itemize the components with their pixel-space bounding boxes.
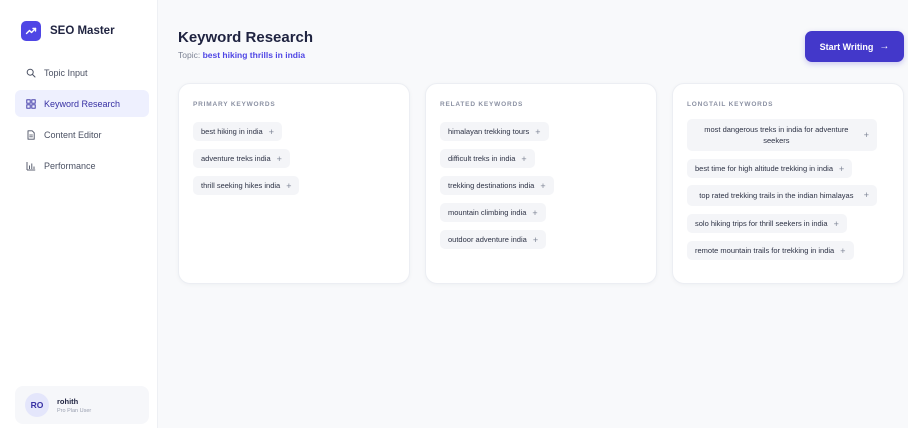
brand[interactable]: SEO Master (21, 21, 115, 41)
sidebar-nav: Topic Input Keyword Research Content Edi… (15, 59, 149, 183)
topic-label: Topic: (178, 50, 203, 60)
plus-icon: + (540, 180, 546, 191)
topic-value: best hiking thrills in india (202, 50, 306, 60)
plus-icon: + (286, 180, 292, 191)
longtail-keywords-card: LONGTAIL KEYWORDS most dangerous treks i… (672, 83, 904, 284)
sidebar-item-label: Keyword Research (44, 98, 121, 109)
plus-icon: + (863, 190, 869, 200)
primary-keywords-card: PRIMARY KEYWORDS best hiking in india + a… (178, 83, 410, 284)
document-icon (26, 129, 36, 140)
keyword-text: best time for high altitude trekking in … (695, 164, 833, 173)
keyword-chip[interactable]: difficult treks in india + (440, 149, 535, 168)
keyword-text: mountain climbing india (448, 208, 527, 217)
keyword-text: best hiking in india (201, 127, 263, 136)
keyword-text: thrill seeking hikes india (201, 181, 281, 190)
plus-icon: + (839, 163, 845, 174)
keyword-chip[interactable]: remote mountain trails for trekking in i… (687, 241, 854, 260)
plus-icon: + (532, 234, 539, 245)
plus-icon: + (532, 207, 538, 218)
plus-icon: + (833, 218, 839, 229)
keyword-text: difficult treks in india (448, 154, 516, 163)
keyword-text: adventure treks india (201, 154, 271, 163)
sidebar-item-topic-input[interactable]: Topic Input (15, 59, 149, 86)
user-card[interactable]: RO rohith Pro Plan User (15, 386, 149, 424)
card-title: PRIMARY KEYWORDS (193, 101, 276, 108)
sidebar-item-keyword-research[interactable]: Keyword Research (15, 90, 149, 117)
sidebar-item-label: Performance (44, 160, 96, 171)
keyword-chip[interactable]: outdoor adventure india + (440, 230, 547, 249)
sidebar: SEO Master Topic Input Keyword Research … (0, 0, 158, 428)
keyword-chip[interactable]: himalayan trekking tours + (440, 122, 549, 141)
card-title: RELATED KEYWORDS (440, 101, 524, 108)
user-meta: rohith Pro Plan User (57, 397, 91, 414)
keyword-text: most dangerous treks in india for advent… (704, 125, 849, 145)
keyword-chip[interactable]: top rated trekking trails in the indian … (687, 185, 877, 206)
trending-up-icon (21, 21, 41, 41)
keyword-chip[interactable]: most dangerous treks in india for advent… (687, 119, 877, 151)
keyword-text: remote mountain trails for trekking in i… (695, 246, 835, 255)
plus-icon: + (863, 129, 869, 140)
search-icon (26, 68, 36, 78)
start-writing-label: Start Writing (819, 41, 874, 52)
keyword-chip[interactable]: mountain climbing india + (440, 203, 546, 222)
avatar: RO (25, 393, 49, 417)
keyword-list: most dangerous treks in india for advent… (687, 119, 889, 267)
keyword-chip[interactable]: best hiking in india + (193, 122, 282, 141)
keyword-list: best hiking in india + adventure treks in… (193, 121, 395, 202)
page-title: Keyword Research (178, 29, 314, 46)
plus-icon: + (268, 126, 274, 137)
keyword-chip[interactable]: best time for high altitude trekking in … (687, 159, 853, 178)
plus-icon: + (521, 153, 527, 164)
keyword-chip[interactable]: trekking destinations india + (440, 176, 554, 195)
brand-name: SEO Master (50, 25, 115, 37)
topic-line: Topic: best hiking thrills in india (178, 50, 305, 60)
related-keywords-card: RELATED KEYWORDS himalayan trekking tour… (425, 83, 657, 284)
keyword-text: solo hiking trips for thrill seekers in … (695, 219, 828, 228)
keyword-text: top rated trekking trails in the indian … (699, 191, 854, 200)
sidebar-item-label: Topic Input (44, 67, 88, 78)
sidebar-item-content-editor[interactable]: Content Editor (15, 121, 149, 148)
sidebar-item-label: Content Editor (44, 129, 102, 140)
plus-icon: + (840, 245, 846, 256)
keyword-chip[interactable]: solo hiking trips for thrill seekers in … (687, 214, 847, 233)
user-role: Pro Plan User (57, 407, 92, 414)
grid-icon (26, 98, 36, 109)
arrow-right-icon: → (879, 41, 890, 52)
start-writing-button[interactable]: Start Writing → (805, 31, 904, 62)
card-title: LONGTAIL KEYWORDS (687, 101, 774, 108)
keyword-text: trekking destinations india (448, 181, 535, 190)
user-name: rohith (57, 396, 79, 406)
keyword-text: himalayan trekking tours (448, 127, 530, 136)
keyword-list: himalayan trekking tours + difficult trek… (440, 121, 642, 256)
keyword-chip[interactable]: adventure treks india + (193, 149, 290, 168)
keyword-text: outdoor adventure india (448, 235, 527, 244)
keyword-chip[interactable]: thrill seeking hikes india + (193, 176, 300, 195)
plus-icon: + (276, 153, 282, 164)
plus-icon: + (535, 126, 541, 137)
sidebar-item-performance[interactable]: Performance (15, 152, 149, 179)
chart-icon (26, 161, 36, 171)
